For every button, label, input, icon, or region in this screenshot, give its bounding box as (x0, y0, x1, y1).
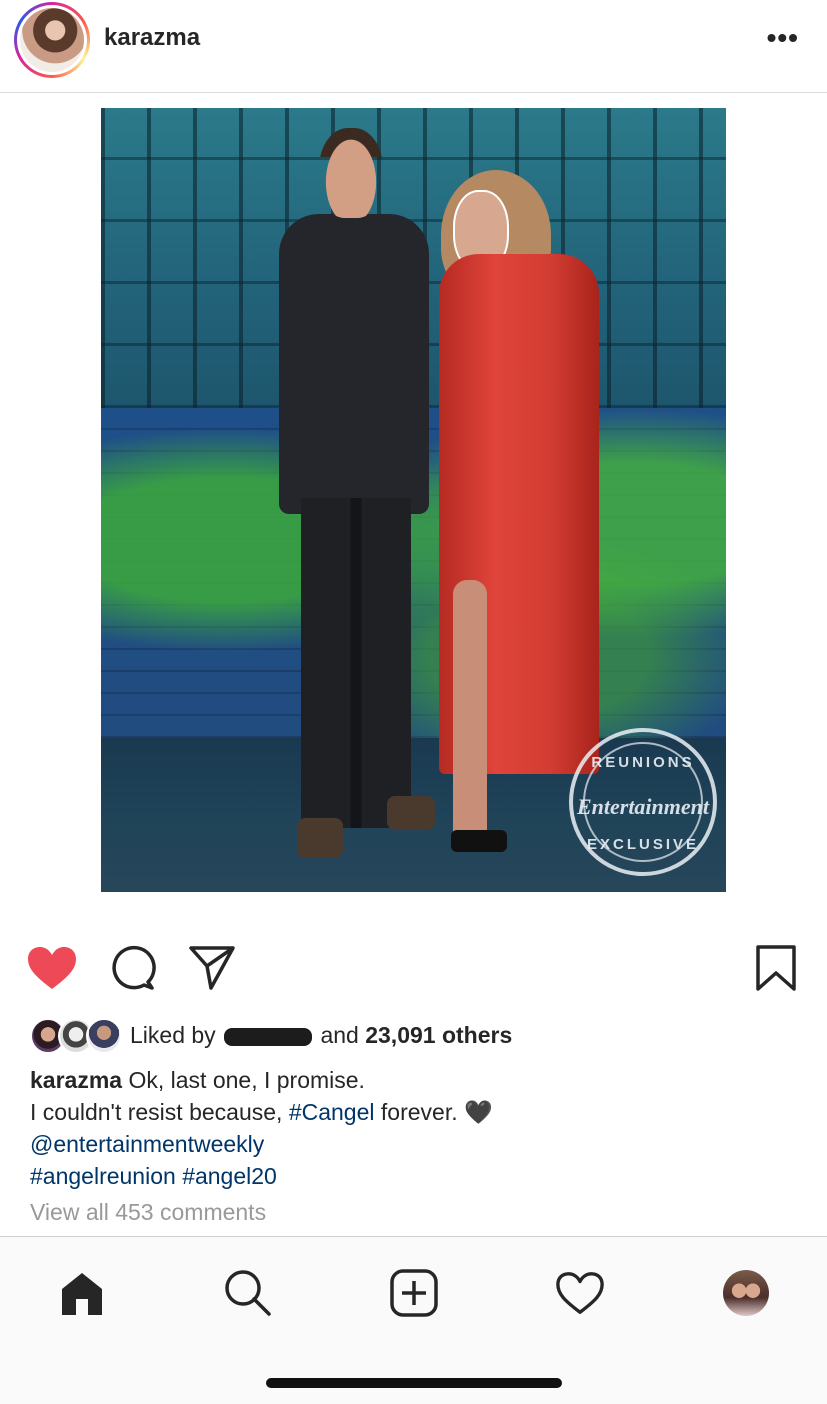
paper-plane-icon[interactable] (184, 936, 240, 1000)
profile-avatar[interactable] (716, 1265, 776, 1321)
post-actions (0, 936, 827, 1000)
caption-username[interactable]: karazma (30, 1067, 122, 1093)
user-avatar[interactable] (14, 2, 90, 78)
liker-avatars (30, 1018, 122, 1054)
heart-outline-icon[interactable] (550, 1265, 610, 1321)
hashtag-angelreunion[interactable]: #angelreunion (30, 1163, 176, 1189)
hashtag-angel20[interactable]: #angel20 (182, 1163, 277, 1189)
hashtag-cangel[interactable]: #Cangel (289, 1099, 375, 1125)
more-horizontal-icon[interactable]: ••• (767, 24, 799, 52)
liked-by-row[interactable]: Liked by and 23,091 others (30, 1018, 810, 1054)
bookmark-icon[interactable] (748, 936, 804, 1000)
search-icon[interactable] (218, 1265, 278, 1321)
heart-filled-icon[interactable] (24, 936, 80, 1000)
add-post-icon[interactable] (384, 1265, 444, 1321)
liked-by-text: Liked by and 23,091 others (130, 1022, 513, 1048)
post-username[interactable]: karazma (104, 24, 200, 52)
home-indicator[interactable] (266, 1378, 562, 1388)
post-header: karazma ••• (0, 0, 827, 93)
photo-subject-man (249, 128, 439, 863)
likes-count[interactable]: 23,091 others (365, 1022, 512, 1048)
caption-line1: Ok, last one, I promise. (128, 1067, 365, 1093)
redacted-username (224, 1027, 313, 1046)
comment-icon[interactable] (104, 936, 160, 1000)
view-all-comments-link[interactable]: View all 453 comments (30, 1199, 266, 1226)
mention-entertainmentweekly[interactable]: @entertainmentweekly (30, 1131, 264, 1157)
home-icon[interactable] (52, 1265, 112, 1321)
liker-avatar (86, 1018, 122, 1054)
post-caption: karazma Ok, last one, I promise. I could… (30, 1067, 493, 1189)
entertainment-weekly-stamp: REUNIONS Entertainment EXCLUSIVE (569, 728, 717, 876)
post-image[interactable]: REUNIONS Entertainment EXCLUSIVE (101, 108, 726, 892)
